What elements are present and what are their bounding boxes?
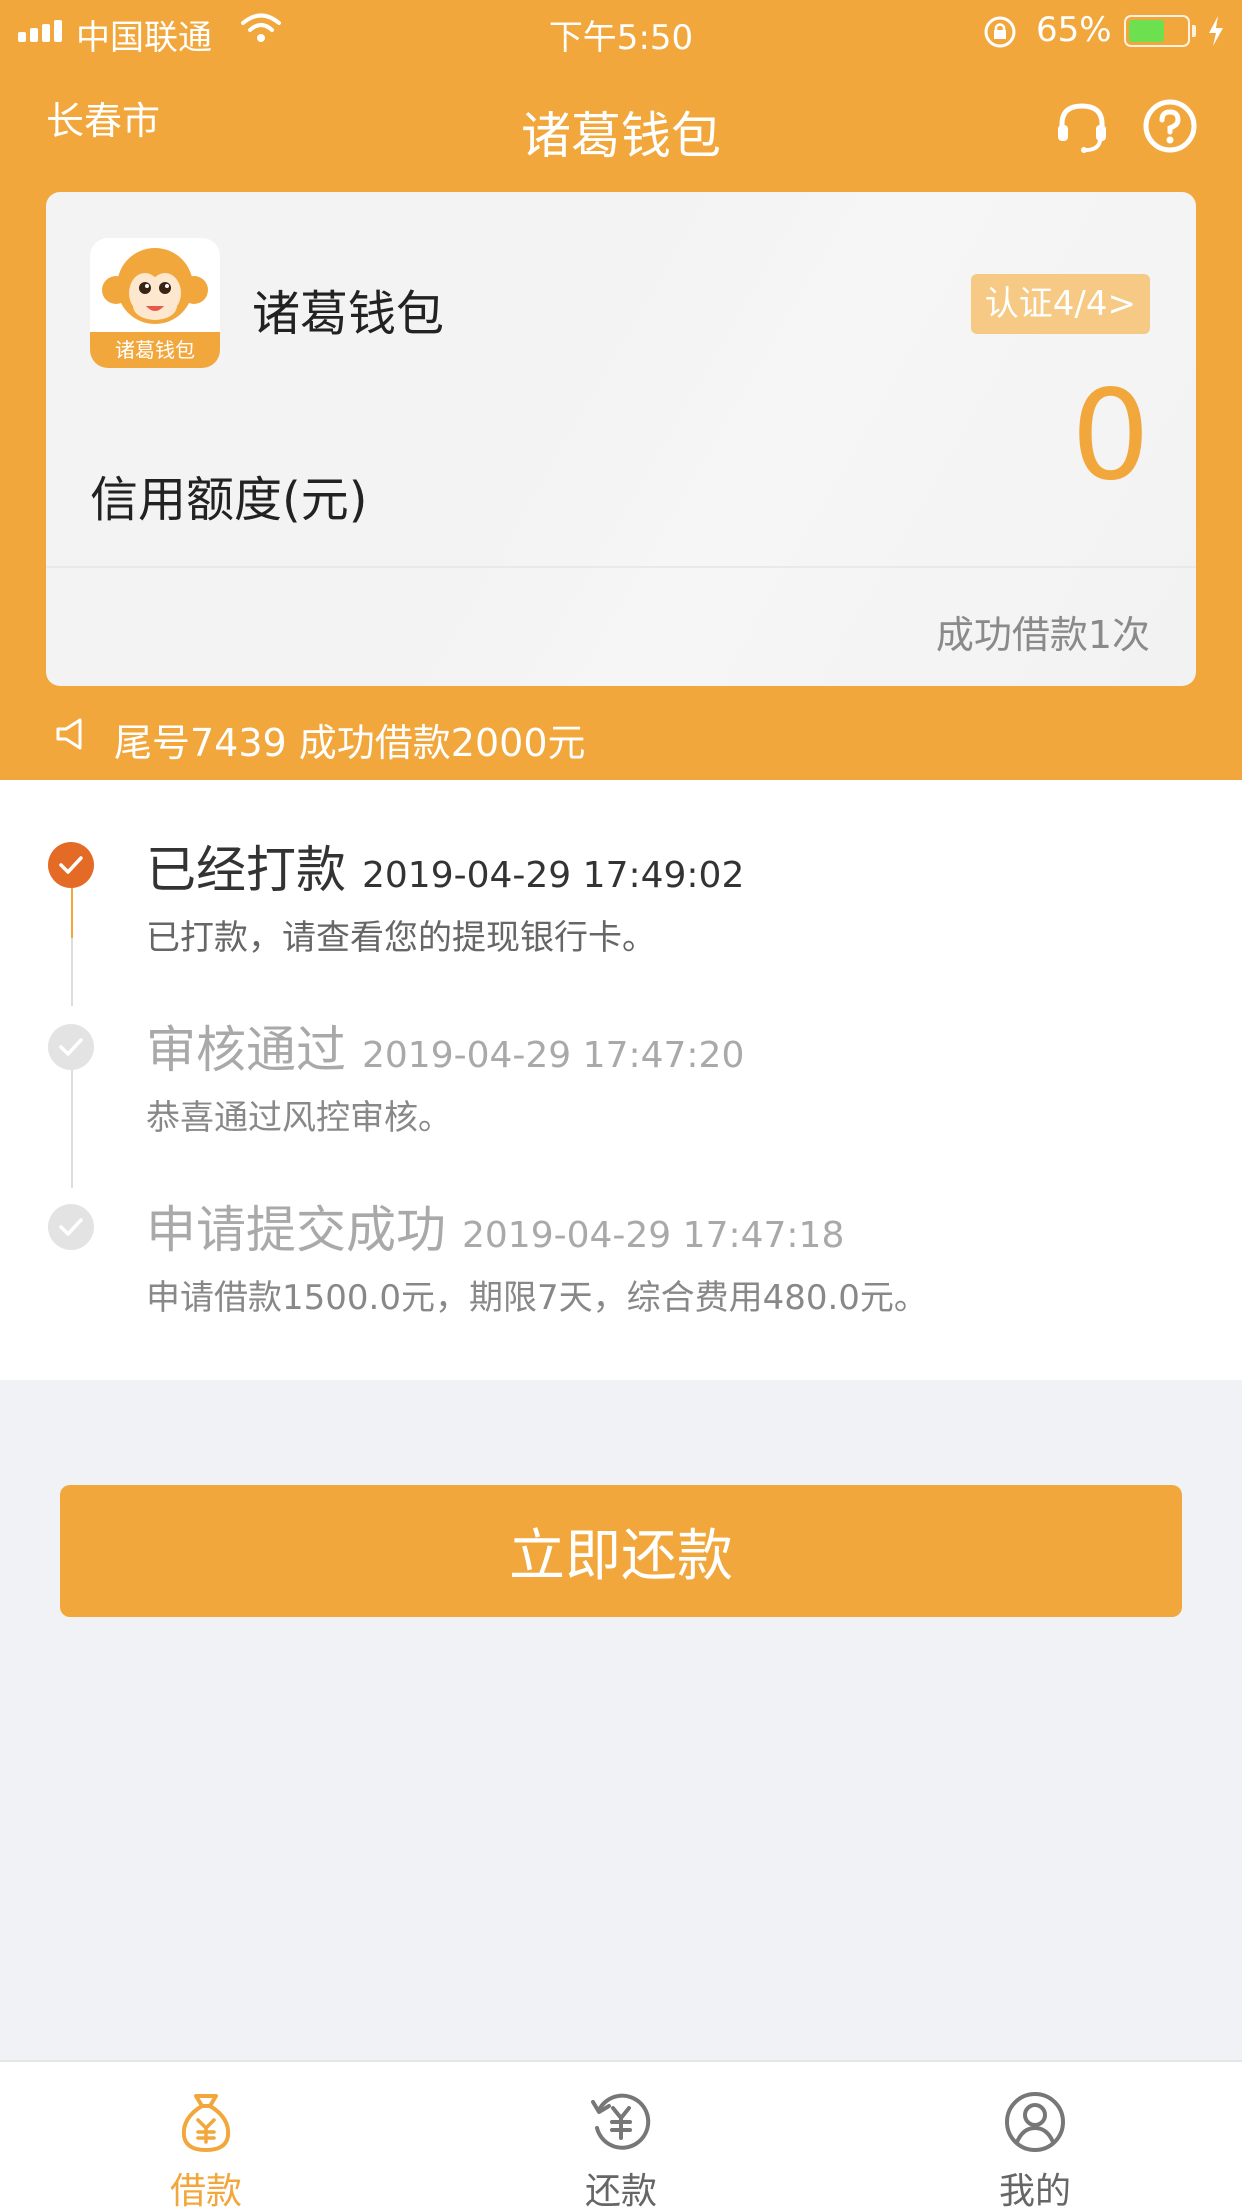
step-time: 2019-04-29 17:47:20 — [362, 1035, 745, 1076]
status-bar: 中国联通 下午5:50 65% — [0, 0, 1242, 62]
step-time: 2019-04-29 17:49:02 — [362, 855, 745, 896]
step-check-icon — [48, 842, 94, 888]
timeline-step: 审核通过 2019-04-29 17:47:20 — [146, 1020, 744, 1086]
logo-label: 诸葛钱包 — [90, 332, 220, 368]
battery-icon — [1124, 15, 1190, 47]
tab-mine[interactable]: 我的 — [935, 2062, 1135, 2208]
money-bag-icon — [174, 2090, 238, 2158]
tab-repay[interactable]: 还款 — [521, 2062, 721, 2208]
tab-label: 借款 — [169, 2171, 242, 2208]
repay-now-button[interactable]: 立即还款 — [60, 1485, 1182, 1617]
step-check-icon — [48, 1024, 94, 1070]
header-area: 中国联通 下午5:50 65% 长春市 诸葛钱包 诸葛钱包 诸葛钱包 认证4/4… — [0, 0, 1242, 780]
help-icon[interactable] — [1142, 98, 1198, 158]
loan-timeline: 已经打款 2019-04-29 17:49:02 已打款，请查看您的提现银行卡。 … — [0, 780, 1242, 1380]
step-desc: 申请借款1500.0元，期限7天，综合费用480.0元。 — [146, 1278, 928, 1318]
timeline-connector — [71, 938, 73, 1006]
monkey-icon — [102, 248, 208, 324]
step-title: 审核通过 — [146, 1021, 346, 1079]
app-logo: 诸葛钱包 — [90, 238, 220, 368]
speaker-icon — [54, 716, 90, 756]
charging-icon — [1206, 14, 1226, 52]
step-title: 已经打款 — [146, 841, 346, 899]
app-name: 诸葛钱包 — [252, 286, 445, 342]
tab-label: 我的 — [998, 2171, 1071, 2208]
loan-home-page: 中国联通 下午5:50 65% 长春市 诸葛钱包 诸葛钱包 诸葛钱包 认证4/4… — [0, 0, 1242, 2208]
credit-limit-amount: 0 — [1071, 364, 1150, 508]
loan-count: 成功借款1次 — [935, 613, 1150, 657]
tab-label: 还款 — [584, 2171, 657, 2208]
step-desc: 恭喜通过风控审核。 — [146, 1098, 452, 1138]
headset-icon[interactable] — [1054, 98, 1110, 158]
tab-bar: 借款 还款 我的 — [0, 2060, 1242, 2208]
timeline-step: 已经打款 2019-04-29 17:49:02 — [146, 840, 744, 906]
tab-borrow[interactable]: 借款 — [106, 2062, 306, 2208]
credit-limit-label: 信用额度(元) — [90, 472, 368, 528]
step-check-icon — [48, 1204, 94, 1250]
notice-text: 尾号7439 成功借款2000元 — [114, 721, 586, 765]
timeline-step: 申请提交成功 2019-04-29 17:47:18 — [146, 1200, 844, 1266]
step-title: 申请提交成功 — [146, 1201, 446, 1259]
profile-icon — [1003, 2090, 1067, 2158]
repay-icon — [589, 2090, 653, 2158]
step-desc: 已打款，请查看您的提现银行卡。 — [146, 918, 656, 958]
card-divider — [46, 566, 1196, 568]
credit-card: 诸葛钱包 诸葛钱包 认证4/4> 0 信用额度(元) 成功借款1次 — [46, 192, 1196, 686]
certification-badge[interactable]: 认证4/4> — [970, 274, 1150, 334]
step-time: 2019-04-29 17:47:18 — [462, 1215, 845, 1256]
rotation-lock-icon — [982, 14, 1018, 54]
battery-percent: 65% — [1036, 10, 1112, 50]
